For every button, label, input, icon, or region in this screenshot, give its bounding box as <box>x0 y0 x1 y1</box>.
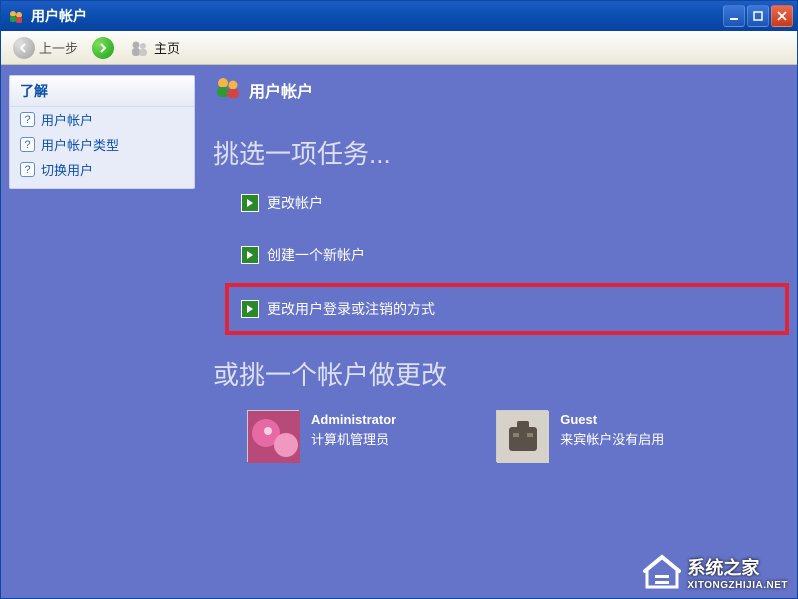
minimize-button[interactable] <box>723 5 745 27</box>
back-label: 上一步 <box>39 38 78 57</box>
task-change-account[interactable]: 更改帐户 <box>235 189 779 217</box>
sidebar-panel-header: 了解 <box>10 76 194 107</box>
page-title: 用户帐户 <box>249 78 313 102</box>
user-accounts-icon <box>213 73 241 106</box>
forward-button[interactable] <box>88 35 118 61</box>
account-name: Guest <box>560 410 664 430</box>
sidebar-item-account-types[interactable]: ? 用户帐户类型 <box>10 132 194 157</box>
people-icon <box>128 37 150 59</box>
task-list: 更改帐户 创建一个新帐户 更改用户登录或注销的方式 <box>213 189 779 325</box>
sidebar-panel-learn: 了解 ? 用户帐户 ? 用户帐户类型 ? 切换用户 <box>9 75 195 189</box>
toolbar: 上一步 主页 <box>1 31 797 65</box>
sidebar-item-switch-user[interactable]: ? 切换用户 <box>10 157 194 182</box>
arrow-right-icon <box>241 246 259 264</box>
page-header: 用户帐户 <box>213 73 779 106</box>
task-label: 创建一个新帐户 <box>267 245 365 265</box>
house-icon <box>643 553 681 591</box>
sidebar-item-user-accounts[interactable]: ? 用户帐户 <box>10 107 194 132</box>
watermark: 系统之家 XITONGZHIJIA.NET <box>643 553 788 591</box>
window-title: 用户帐户 <box>31 6 723 26</box>
sidebar-item-label: 用户帐户类型 <box>41 135 119 154</box>
sidebar: 了解 ? 用户帐户 ? 用户帐户类型 ? 切换用户 <box>1 65 203 598</box>
back-arrow-icon <box>13 37 35 59</box>
section-pick-account: 或挑一个帐户做更改 <box>213 355 779 392</box>
help-icon: ? <box>20 112 35 127</box>
user-accounts-app-icon <box>7 7 25 25</box>
sidebar-item-label: 用户帐户 <box>41 110 93 129</box>
arrow-right-icon <box>241 300 259 318</box>
task-label: 更改帐户 <box>267 193 323 213</box>
account-guest[interactable]: Guest 来宾帐户没有启用 <box>496 410 664 462</box>
account-text: Administrator 计算机管理员 <box>311 410 396 449</box>
forward-arrow-icon <box>92 37 114 59</box>
home-button[interactable]: 主页 <box>124 35 184 61</box>
task-create-account[interactable]: 创建一个新帐户 <box>235 241 779 269</box>
help-icon: ? <box>20 137 35 152</box>
window: 用户帐户 上一步 <box>0 0 798 599</box>
back-button[interactable]: 上一步 <box>9 35 82 61</box>
account-desc: 计算机管理员 <box>311 430 396 450</box>
avatar <box>247 410 299 462</box>
home-label: 主页 <box>154 38 180 57</box>
help-icon: ? <box>20 162 35 177</box>
account-administrator[interactable]: Administrator 计算机管理员 <box>247 410 396 462</box>
task-change-logon-logoff[interactable]: 更改用户登录或注销的方式 <box>235 293 779 325</box>
arrow-right-icon <box>241 194 259 212</box>
titlebar: 用户帐户 <box>1 1 797 31</box>
maximize-button[interactable] <box>747 5 769 27</box>
section-pick-task: 挑选一项任务... <box>213 134 779 171</box>
task-label: 更改用户登录或注销的方式 <box>267 299 435 319</box>
main-content: 用户帐户 挑选一项任务... 更改帐户 创建一个新帐户 <box>203 65 797 598</box>
content-area: 了解 ? 用户帐户 ? 用户帐户类型 ? 切换用户 <box>1 65 797 598</box>
account-name: Administrator <box>311 410 396 430</box>
close-button[interactable] <box>771 5 793 27</box>
watermark-text: 系统之家 XITONGZHIJIA.NET <box>687 554 788 591</box>
watermark-url: XITONGZHIJIA.NET <box>687 580 788 591</box>
sidebar-item-label: 切换用户 <box>41 160 93 179</box>
account-list: Administrator 计算机管理员 Guest 来宾帐户没有启用 <box>213 410 779 462</box>
watermark-title: 系统之家 <box>687 558 759 578</box>
account-text: Guest 来宾帐户没有启用 <box>560 410 664 449</box>
avatar <box>496 410 548 462</box>
account-desc: 来宾帐户没有启用 <box>560 430 664 450</box>
window-controls <box>723 5 793 27</box>
